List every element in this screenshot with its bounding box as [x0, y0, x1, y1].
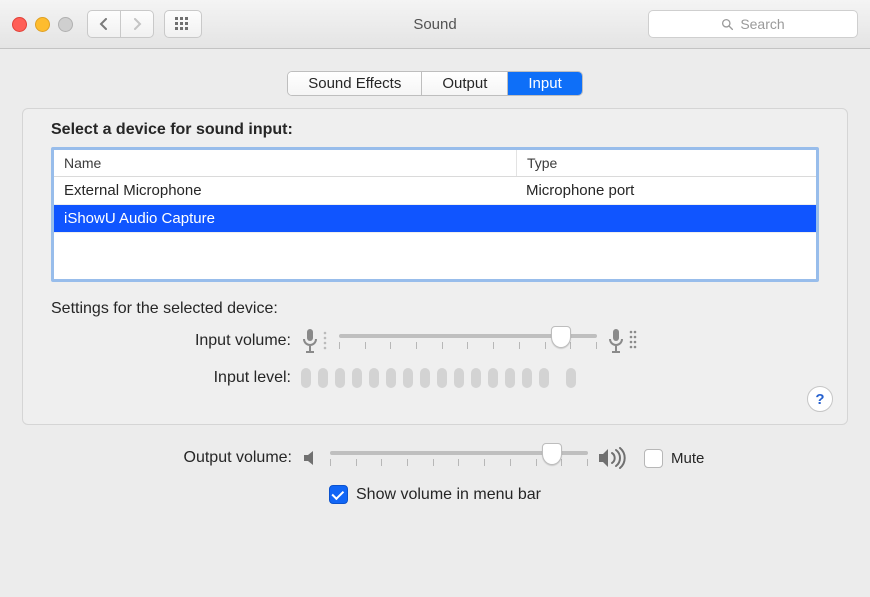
search-input[interactable]: Search: [648, 10, 858, 38]
table-empty-area[interactable]: [54, 233, 816, 279]
minimize-window-button[interactable]: [35, 17, 50, 32]
speaker-high-icon: [598, 447, 628, 469]
slider-thumb[interactable]: [542, 443, 562, 465]
speaker-low-icon: [302, 449, 320, 467]
chevron-left-icon: [99, 18, 109, 30]
settings-heading: Settings for the selected device:: [51, 300, 819, 318]
device-table[interactable]: Name Type External Microphone Microphone…: [51, 147, 819, 282]
table-row[interactable]: iShowU Audio Capture: [54, 205, 816, 233]
search-icon: [721, 18, 734, 31]
back-button[interactable]: [87, 10, 120, 38]
tab-input[interactable]: Input: [508, 72, 581, 95]
input-level-label: Input level:: [51, 369, 301, 387]
device-name: External Microphone: [54, 177, 516, 204]
table-header: Name Type: [54, 150, 816, 177]
chevron-right-icon: [132, 18, 142, 30]
help-button[interactable]: ?: [807, 386, 833, 412]
slider-thumb[interactable]: [551, 326, 571, 348]
level-dots-low-icon: [323, 330, 329, 352]
output-volume-slider[interactable]: [330, 445, 588, 471]
close-window-button[interactable]: [12, 17, 27, 32]
main-panel: Select a device for sound input: Name Ty…: [22, 108, 848, 425]
show-all-button[interactable]: [164, 10, 202, 38]
nav-buttons: [87, 10, 154, 38]
zoom-window-button[interactable]: [58, 17, 73, 32]
mic-low-icon: [301, 328, 329, 354]
input-volume-slider[interactable]: [339, 328, 597, 354]
level-dots-high-icon: [629, 329, 639, 353]
forward-button[interactable]: [120, 10, 154, 38]
input-volume-label: Input volume:: [51, 332, 301, 350]
tab-output[interactable]: Output: [422, 72, 508, 95]
grid-icon: [175, 17, 191, 31]
tab-bar: Sound Effects Output Input: [0, 49, 870, 108]
input-level-meter: [301, 368, 576, 388]
tab-sound-effects[interactable]: Sound Effects: [288, 72, 422, 95]
table-row[interactable]: External Microphone Microphone port: [54, 177, 816, 205]
mic-high-icon: [607, 328, 639, 354]
col-type-header[interactable]: Type: [517, 150, 816, 176]
titlebar: Sound Search: [0, 0, 870, 49]
search-placeholder: Search: [740, 16, 784, 32]
window-controls: [12, 17, 73, 32]
col-name-header[interactable]: Name: [54, 150, 517, 176]
device-name: iShowU Audio Capture: [54, 205, 516, 232]
footer: Output volume: Mute Show volume in menu …: [0, 425, 870, 504]
device-type: [516, 205, 816, 232]
show-in-menubar-label: Show volume in menu bar: [356, 486, 541, 504]
mute-checkbox[interactable]: [644, 449, 663, 468]
panel-heading: Select a device for sound input:: [51, 121, 819, 139]
input-level-row: Input level:: [51, 368, 819, 388]
show-in-menubar-checkbox[interactable]: [329, 485, 348, 504]
input-volume-row: Input volume:: [51, 328, 819, 354]
device-type: Microphone port: [516, 177, 816, 204]
output-volume-label: Output volume:: [50, 449, 302, 467]
mute-label: Mute: [671, 450, 704, 467]
